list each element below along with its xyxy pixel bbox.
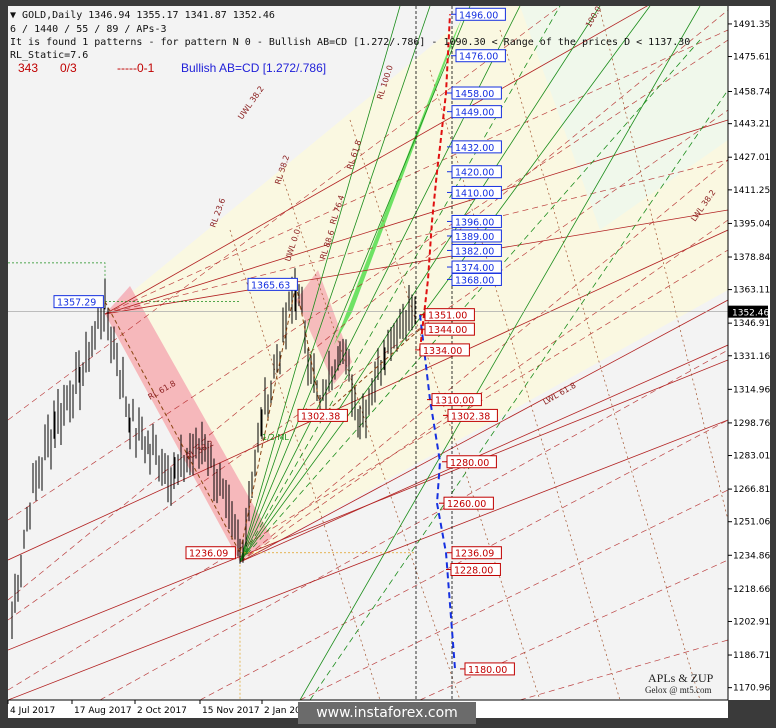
pivot-label-2: 1236.09 <box>189 549 228 560</box>
chart-frame: UWL 38.2 RL 23.6 RL 38.2 RL 61.8 RL 76.4 RL 8… <box>0 0 776 728</box>
x-tick-label-3: 15 Nov 2017 <box>202 706 260 716</box>
y-tick-label-2: 1458.74 <box>733 87 770 97</box>
y-tick-label-12: 1298.76 <box>733 419 770 429</box>
y-tick-label-3: 1443.21 <box>733 120 770 130</box>
x-tick-label-0: 4 Jul 2017 <box>10 706 55 716</box>
target-blue-5: 1420.00 <box>455 168 494 179</box>
target-red-4: 1302.38 <box>451 411 490 422</box>
pivot-label-1: 1365.63 <box>251 280 290 291</box>
y-tick-label-1: 1475.61 <box>733 53 770 63</box>
target-red-9: 1180.00 <box>468 665 507 676</box>
target-blue-2: 1458.00 <box>455 89 494 100</box>
target-blue-8: 1389.00 <box>455 232 494 243</box>
stat-pattern: Bullish AB=CD [1.272/.786] <box>181 61 327 75</box>
stat-ratio: 0/3 <box>60 61 77 75</box>
target-blue-4: 1432.00 <box>455 143 494 154</box>
y-tick-label-5: 1411.25 <box>733 186 770 196</box>
target-blue-9: 1382.00 <box>455 246 494 257</box>
y-tick-label-13: 1283.01 <box>733 452 770 462</box>
y-tick-label-17: 1218.66 <box>733 585 770 595</box>
y-tick-label-20: 1170.96 <box>733 684 770 694</box>
header-caret-icon: ▼ <box>10 10 23 21</box>
target-blue-0: 1496.00 <box>459 10 498 21</box>
site-banner[interactable]: www.instaforex.com <box>298 702 476 724</box>
target-red-0: 1351.00 <box>428 311 467 322</box>
y-tick-label-4: 1427.01 <box>733 153 770 163</box>
stat-pair: -----0-1 <box>117 61 155 75</box>
y-tick-label-7: 1378.84 <box>733 253 770 263</box>
chart-header-ohlc: ▼ GOLD,Daily 1346.94 1355.17 1341.87 135… <box>10 10 275 21</box>
y-tick-label-16: 1234.86 <box>733 551 770 561</box>
y-tick-label-15: 1251.06 <box>733 518 770 528</box>
stat-count: 343 <box>18 61 39 75</box>
target-red-2: 1334.00 <box>423 346 462 357</box>
target-blue-3: 1449.00 <box>455 108 494 119</box>
target-red-7: 1236.09 <box>455 549 494 560</box>
target-blue-1: 1476.00 <box>459 52 498 63</box>
target-red-6: 1260.00 <box>447 499 486 510</box>
target-blue-6: 1410.00 <box>455 188 494 199</box>
target-red-3: 1310.00 <box>435 396 474 407</box>
target-blue-7: 1396.00 <box>455 217 494 228</box>
target-red-5: 1280.00 <box>450 458 489 469</box>
target-red-8: 1228.00 <box>454 565 493 576</box>
y-tick-label-19: 1186.71 <box>733 651 770 661</box>
y-tick-label-11: 1314.96 <box>733 385 770 395</box>
price-chart[interactable]: UWL 38.2RL 23.6RL 38.2 RL 61.8RL 76.4RL 8… <box>0 0 776 728</box>
y-tick-label-14: 1266.81 <box>733 485 770 495</box>
chart-header-rl: RL_Static=7.6 <box>10 50 89 61</box>
line-label-11: 1/2 ML <box>262 433 289 442</box>
y-tick-label-10: 1331.16 <box>733 352 770 362</box>
y-tick-label-8: 1363.11 <box>733 286 770 296</box>
target-red-1: 1344.00 <box>428 325 467 336</box>
target-blue-11: 1368.00 <box>455 275 494 286</box>
chart-header-params: 6 / 1440 / 55 / 89 / APs-3 <box>10 24 167 35</box>
watermark-title: APLs & ZUP <box>648 671 714 685</box>
y-tick-label-6: 1395.04 <box>733 219 770 229</box>
chart-header-pattern: It is found 1 patterns - for pattern N 0… <box>10 37 691 48</box>
pivot-label-3: 1302.38 <box>301 411 340 422</box>
y-tick-label-9: 1346.91 <box>733 319 770 329</box>
y-tick-label-18: 1202.91 <box>733 617 770 627</box>
current-price-label: 1352.46 <box>732 309 769 319</box>
x-tick-label-1: 17 Aug 2017 <box>74 706 132 716</box>
watermark-author: Gelox @ mt5.com <box>645 685 712 695</box>
pivot-label-0: 1357.29 <box>57 298 96 309</box>
y-tick-label-0: 1491.35 <box>733 20 770 30</box>
x-tick-label-2: 2 Oct 2017 <box>137 706 187 716</box>
target-blue-10: 1374.00 <box>455 263 494 274</box>
